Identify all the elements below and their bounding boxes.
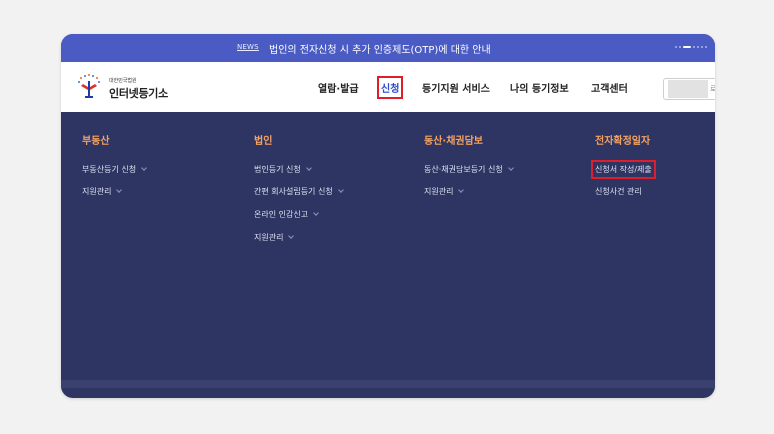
chevron-down-icon xyxy=(507,165,514,171)
menu-item-label: 동산·채권담보등기 신청 xyxy=(424,165,503,174)
menu-col-title-corporation[interactable]: 법인 xyxy=(254,132,272,147)
search-input-fill xyxy=(668,80,708,98)
pager-dot[interactable] xyxy=(693,46,695,48)
browser-frame: NEWS 법인의 전자신청 시 추가 인증제도(OTP)에 대한 안내 대한민국… xyxy=(61,34,715,398)
pager-dot[interactable] xyxy=(701,46,703,48)
chevron-down-icon xyxy=(337,187,344,193)
search-label: 로 xyxy=(710,84,715,94)
menu-col-title-e-fixed-date[interactable]: 전자확정일자 xyxy=(595,132,650,147)
chevron-down-icon xyxy=(141,165,147,171)
menu-item-label: 부동산등기 신청 xyxy=(82,165,137,174)
news-tag: NEWS xyxy=(237,43,259,51)
chevron-down-icon xyxy=(313,210,319,216)
pager-dot[interactable] xyxy=(675,46,677,48)
news-link[interactable]: 법인의 전자신청 시 추가 인증제도(OTP)에 대한 안내 xyxy=(269,41,491,56)
menu-item-label: 온라인 인감신고 xyxy=(254,210,309,219)
nav-support-service[interactable]: 등기지원 서비스 xyxy=(422,80,490,95)
menu-item-label: 간편 회사설립등기 신청 xyxy=(254,187,333,196)
chevron-down-icon xyxy=(458,187,465,193)
menu-item-label: 지원관리 xyxy=(82,187,112,196)
pager-dot[interactable] xyxy=(679,46,681,48)
nav-view-issue[interactable]: 열람·발급 xyxy=(318,80,359,95)
menu-item-label: 지원관리 xyxy=(424,187,454,196)
news-pager[interactable] xyxy=(675,46,707,48)
menu-item-label: 지원관리 xyxy=(254,233,284,242)
chevron-down-icon xyxy=(288,233,295,239)
menu-col-title-movable-collateral[interactable]: 동산·채권담보 xyxy=(424,132,483,147)
mega-menu: 부동산 부동산등기 신청 지원관리 법인 법인등기 신청 간편 회사설립등기 신… xyxy=(61,112,715,388)
menu-item-corporation-apply[interactable]: 법인등기 신청 xyxy=(254,164,312,175)
court-logo-icon[interactable] xyxy=(75,72,103,100)
nav-my-registry[interactable]: 나의 등기정보 xyxy=(510,80,569,95)
menu-item-real-estate-support[interactable]: 지원관리 xyxy=(82,186,123,197)
menu-item-online-seal[interactable]: 온라인 인감신고 xyxy=(254,209,319,220)
site-header: 대한민국법원 인터넷등기소 열람·발급 신청 등기지원 서비스 나의 등기정보 … xyxy=(61,62,715,112)
pager-dot[interactable] xyxy=(697,46,699,48)
news-bar: NEWS 법인의 전자신청 시 추가 인증제도(OTP)에 대한 안내 xyxy=(61,34,715,62)
pager-dot-active[interactable] xyxy=(683,46,691,48)
pager-dot[interactable] xyxy=(705,46,707,48)
menu-bottom-bar xyxy=(61,380,715,388)
menu-item-case-manage[interactable]: 신청사건 관리 xyxy=(595,186,642,197)
search-input[interactable]: 로 xyxy=(663,78,715,100)
logo-subtitle[interactable]: 대한민국법원 xyxy=(109,77,137,84)
menu-item-movable-support[interactable]: 지원관리 xyxy=(424,186,465,197)
menu-col-title-real-estate[interactable]: 부동산 xyxy=(82,132,110,147)
chevron-down-icon xyxy=(305,165,312,171)
logo-title[interactable]: 인터넷등기소 xyxy=(109,85,168,101)
menu-item-label: 법인등기 신청 xyxy=(254,165,301,174)
menu-item-corporation-support[interactable]: 지원관리 xyxy=(254,232,295,243)
menu-item-simple-incorporation[interactable]: 간편 회사설립등기 신청 xyxy=(254,186,344,197)
chevron-down-icon xyxy=(116,187,123,193)
nav-customer-center[interactable]: 고객센터 xyxy=(591,80,628,95)
menu-item-real-estate-apply[interactable]: 부동산등기 신청 xyxy=(82,164,147,175)
menu-item-application-submit[interactable]: 신청서 작성/제출 xyxy=(591,160,656,179)
nav-apply[interactable]: 신청 xyxy=(376,76,404,99)
menu-item-movable-apply[interactable]: 동산·채권담보등기 신청 xyxy=(424,164,514,175)
